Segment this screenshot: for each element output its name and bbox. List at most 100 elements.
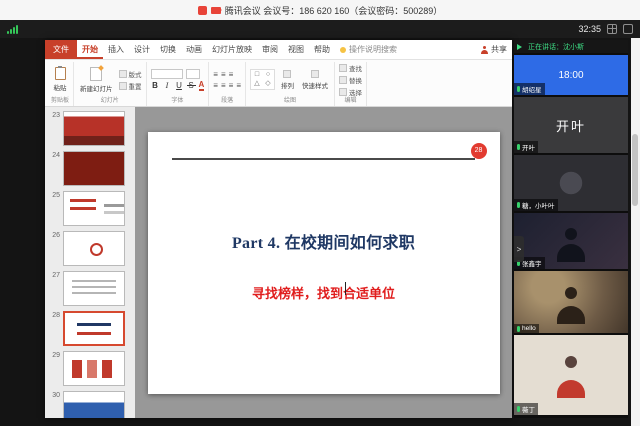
person-icon [481, 46, 488, 54]
avatar [565, 287, 577, 299]
video-tile-2[interactable]: 开叶 开叶 [514, 97, 628, 153]
tab-home[interactable]: 开始 [77, 40, 103, 59]
video-tile-4[interactable]: 张鑫宇 [514, 213, 628, 269]
group-label-editing: 编辑 [344, 97, 356, 106]
tab-review[interactable]: 审阅 [257, 40, 283, 59]
font-name-box[interactable] [151, 69, 183, 79]
underline-button[interactable]: U [175, 81, 184, 90]
justify-icon[interactable]: ≡ [236, 81, 241, 90]
indent-icon[interactable]: ≡ [229, 70, 234, 79]
italic-button[interactable]: I [163, 81, 172, 90]
collapse-panel-button[interactable]: > [514, 236, 524, 262]
participant-name-tag: 胡绍星 [514, 83, 545, 95]
video-tile-6[interactable]: 薇丁 [514, 335, 628, 415]
arrange-icon [283, 70, 291, 78]
slide-number: 28 [47, 311, 60, 319]
participant-name: hello [522, 325, 536, 332]
bold-button[interactable]: B [151, 81, 160, 90]
slide-thumb-29[interactable]: 29 [47, 351, 131, 386]
align-left-icon[interactable]: ≡ [213, 81, 218, 90]
ribbon-group-paragraph: ≡ ≡ ≡ ≡ ≡ ≡ ≡ 段落 [209, 62, 246, 106]
slide-subtitle[interactable]: 寻找榜样，找到合适单位 [148, 283, 500, 302]
tab-insert[interactable]: 插入 [103, 40, 129, 59]
slide-number: 24 [47, 151, 60, 159]
mic-icon [517, 326, 520, 332]
camera-icon [211, 7, 221, 14]
select-button[interactable]: 选择 [339, 87, 362, 97]
slide-number: 23 [47, 111, 60, 119]
fullscreen-icon[interactable] [623, 24, 633, 34]
active-speaker-bar: 正在讲话：沈小斯 [514, 40, 628, 53]
ribbon: 粘贴 剪贴板 新建幻灯片 版式 重置 [45, 60, 512, 107]
tab-file[interactable]: 文件 [45, 40, 77, 59]
participant-name: 胡绍星 [522, 84, 542, 94]
arrange-button[interactable]: 排列 [279, 69, 296, 91]
font-color-button[interactable]: A [199, 81, 205, 91]
active-speaker-label: 正在讲话：沈小斯 [528, 42, 584, 52]
tab-animations[interactable]: 动画 [181, 40, 207, 59]
find-button[interactable]: 查找 [339, 63, 362, 73]
slide-thumbnail [63, 111, 125, 146]
shadow-button[interactable]: S [187, 81, 196, 90]
rectangle-shape-icon: □ [252, 71, 262, 79]
speaker-icon [517, 44, 525, 50]
group-label-clipboard: 剪贴板 [51, 97, 69, 106]
participant-name-tag: 开叶 [514, 141, 538, 153]
tab-design[interactable]: 设计 [129, 40, 155, 59]
share-button[interactable]: 共享 [476, 40, 512, 59]
current-slide[interactable]: 28 Part 4. 在校期间如何求职 寻找榜样，找到合适单位 [148, 132, 500, 394]
quick-styles-button[interactable]: 快速样式 [300, 69, 330, 91]
shapes-gallery[interactable]: □ ○ △ ◇ [250, 69, 275, 90]
group-label-slides: 幻灯片 [101, 97, 119, 106]
page-scrollbar[interactable] [631, 38, 640, 426]
slide-thumb-26[interactable]: 26 [47, 231, 131, 266]
slide-title[interactable]: Part 4. 在校期间如何求职 [148, 229, 500, 253]
new-slide-button[interactable]: 新建幻灯片 [78, 66, 115, 94]
slide-thumb-25[interactable]: 25 [47, 191, 131, 226]
slide-thumb-27[interactable]: 27 [47, 271, 131, 306]
participant-video-panel: 正在讲话：沈小斯 18:00 胡绍星 开叶 开叶 糖，小叶叶 张鑫宇 [514, 40, 628, 418]
slide-number: 30 [47, 391, 60, 399]
text-cursor [345, 282, 346, 295]
video-tile-5[interactable]: hello [514, 271, 628, 333]
participant-name-tag: 薇丁 [514, 403, 538, 415]
video-tile-3[interactable]: 糖，小叶叶 [514, 155, 628, 211]
mic-icon [517, 144, 520, 150]
find-label: 查找 [349, 63, 362, 73]
group-label-font: 字体 [171, 97, 183, 106]
layout-button[interactable]: 版式 [119, 69, 142, 79]
share-label: 共享 [491, 44, 507, 55]
replace-button[interactable]: 替换 [339, 75, 362, 85]
meeting-title-bar: 腾讯会议 会议号：186 620 160（会议密码：500289） [0, 0, 640, 21]
slide-thumbnail [63, 151, 125, 186]
layout-grid-icon[interactable] [607, 24, 617, 34]
scrollbar-thumb[interactable] [632, 134, 638, 206]
new-slide-label: 新建幻灯片 [80, 83, 113, 93]
tab-help[interactable]: 帮助 [309, 40, 335, 59]
tell-me-search[interactable]: 操作说明搜索 [335, 40, 402, 59]
paste-button[interactable]: 粘贴 [52, 66, 69, 93]
reset-label: 重置 [129, 81, 142, 91]
bullets-icon[interactable]: ≡ [213, 70, 218, 79]
tab-view[interactable]: 视图 [283, 40, 309, 59]
slide-thumb-24[interactable]: 24 [47, 151, 131, 186]
quick-styles-label: 快速样式 [302, 80, 328, 90]
avatar [565, 228, 577, 240]
reset-button[interactable]: 重置 [119, 81, 142, 91]
paste-label: 粘贴 [54, 82, 67, 92]
slide-thumb-23[interactable]: 23 [47, 111, 131, 146]
tab-slideshow[interactable]: 幻灯片放映 [207, 40, 257, 59]
shared-screen-powerpoint: 文件 开始 插入 设计 切换 动画 幻灯片放映 审阅 视图 帮助 操作说明搜索 … [45, 40, 512, 418]
video-tile-1[interactable]: 18:00 胡绍星 [514, 55, 628, 95]
replace-icon [339, 76, 347, 84]
align-right-icon[interactable]: ≡ [229, 81, 234, 90]
tab-transitions[interactable]: 切换 [155, 40, 181, 59]
tencent-meeting-logo-icon [198, 6, 207, 15]
slide-thumb-30[interactable]: 30 [47, 391, 131, 418]
align-center-icon[interactable]: ≡ [221, 81, 226, 90]
font-size-box[interactable] [186, 69, 200, 79]
slide-thumb-28-selected[interactable]: 28 [47, 311, 131, 346]
numbering-icon[interactable]: ≡ [221, 70, 226, 79]
participant-name-tag: 糖，小叶叶 [514, 199, 558, 211]
layout-icon [119, 70, 127, 78]
